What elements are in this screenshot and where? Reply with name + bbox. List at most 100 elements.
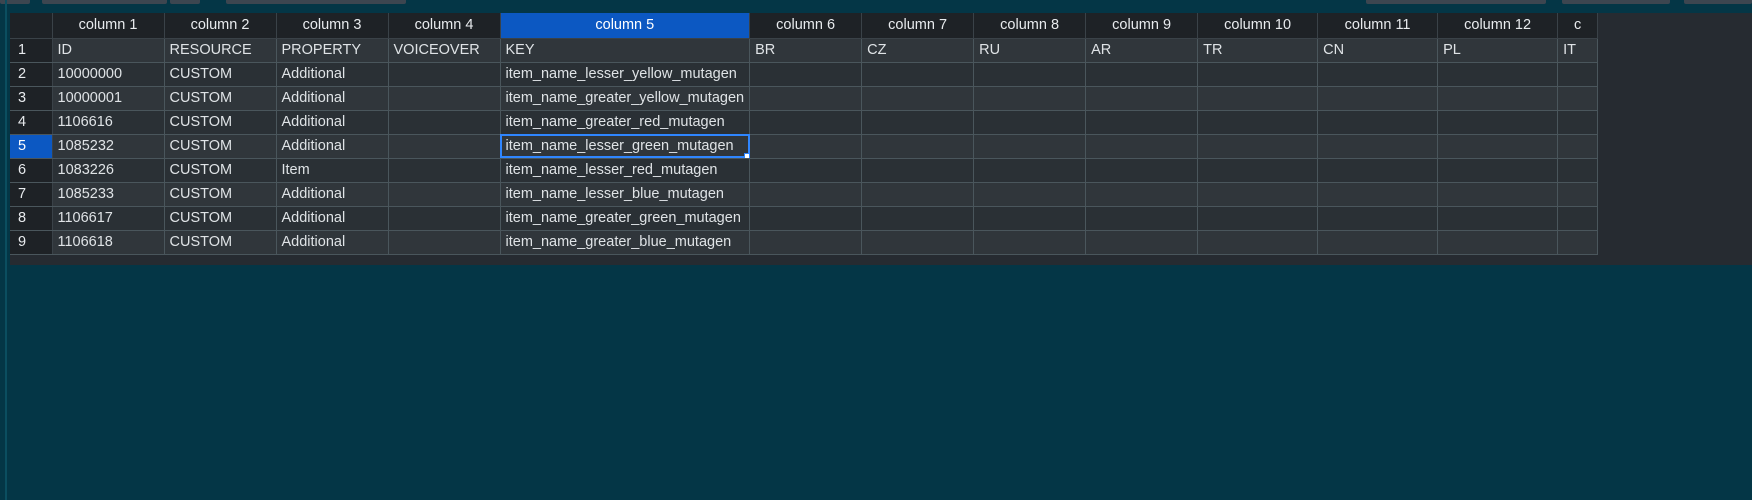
- table-cell[interactable]: [749, 62, 863, 87]
- table-cell[interactable]: [1557, 110, 1599, 135]
- table-cell[interactable]: RU: [973, 38, 1087, 63]
- table-cell[interactable]: [1557, 206, 1599, 231]
- table-cell[interactable]: [861, 62, 975, 87]
- table-cell[interactable]: TR: [1197, 38, 1319, 63]
- table-cell[interactable]: PROPERTY: [276, 38, 389, 63]
- table-cell[interactable]: [388, 134, 501, 159]
- table-cell[interactable]: [973, 110, 1087, 135]
- table-cell[interactable]: [1197, 110, 1319, 135]
- table-cell[interactable]: [1317, 110, 1439, 135]
- column-header[interactable]: column 3: [276, 13, 389, 39]
- column-header[interactable]: column 11: [1317, 13, 1439, 39]
- toolbar-button[interactable]: [1366, 0, 1546, 4]
- table-cell[interactable]: item_name_lesser_yellow_mutagen: [500, 62, 751, 87]
- table-cell[interactable]: [1085, 206, 1199, 231]
- table-cell[interactable]: item_name_greater_blue_mutagen: [500, 230, 751, 255]
- column-header[interactable]: column 7: [861, 13, 975, 39]
- table-cell[interactable]: CUSTOM: [164, 182, 277, 207]
- table-cell[interactable]: 1085233: [52, 182, 165, 207]
- table-cell[interactable]: Additional: [276, 62, 389, 87]
- table-cell[interactable]: BR: [749, 38, 863, 63]
- table-cell[interactable]: [1437, 158, 1559, 183]
- table-cell[interactable]: 1083226: [52, 158, 165, 183]
- column-header[interactable]: column 4: [388, 13, 501, 39]
- table-cell[interactable]: item_name_greater_yellow_mutagen: [500, 86, 751, 111]
- table-cell[interactable]: [1437, 206, 1559, 231]
- table-cell[interactable]: [1085, 182, 1199, 207]
- column-header[interactable]: column 5: [500, 13, 751, 39]
- toolbar-button[interactable]: [1684, 0, 1752, 4]
- table-cell[interactable]: [973, 158, 1087, 183]
- table-cell[interactable]: CZ: [861, 38, 975, 63]
- row-header[interactable]: 3: [10, 86, 53, 111]
- table-cell[interactable]: [973, 86, 1087, 111]
- table-cell[interactable]: [749, 134, 863, 159]
- toolbar-button[interactable]: [170, 0, 200, 4]
- table-cell[interactable]: [1557, 158, 1599, 183]
- table-cell[interactable]: Additional: [276, 230, 389, 255]
- table-cell[interactable]: [388, 182, 501, 207]
- column-header[interactable]: column 12: [1437, 13, 1559, 39]
- table-cell[interactable]: [1197, 182, 1319, 207]
- table-cell[interactable]: [861, 158, 975, 183]
- table-cell[interactable]: [388, 158, 501, 183]
- table-cell[interactable]: [1437, 62, 1559, 87]
- table-cell[interactable]: [1557, 230, 1599, 255]
- table-cell[interactable]: Additional: [276, 86, 389, 111]
- table-cell[interactable]: [1197, 86, 1319, 111]
- table-cell[interactable]: AR: [1085, 38, 1199, 63]
- table-cell[interactable]: [1197, 230, 1319, 255]
- column-header[interactable]: column 2: [164, 13, 277, 39]
- column-header[interactable]: column 9: [1085, 13, 1199, 39]
- table-cell[interactable]: [749, 182, 863, 207]
- table-cell[interactable]: [973, 206, 1087, 231]
- table-cell[interactable]: Item: [276, 158, 389, 183]
- row-header[interactable]: 8: [10, 206, 53, 231]
- table-cell[interactable]: [973, 230, 1087, 255]
- row-header[interactable]: 5: [10, 134, 53, 159]
- table-cell[interactable]: [1085, 230, 1199, 255]
- table-cell[interactable]: [1557, 134, 1599, 159]
- table-cell[interactable]: [388, 206, 501, 231]
- table-cell[interactable]: [388, 86, 501, 111]
- table-cell[interactable]: [1437, 230, 1559, 255]
- table-cell[interactable]: [1317, 182, 1439, 207]
- spreadsheet-grid[interactable]: column 1 column 2 column 3 column 4 column 5…: [10, 13, 1752, 265]
- table-cell[interactable]: [861, 230, 975, 255]
- table-cell[interactable]: [1317, 86, 1439, 111]
- toolbar-button[interactable]: [226, 0, 406, 4]
- table-cell[interactable]: [1085, 86, 1199, 111]
- table-cell[interactable]: [861, 86, 975, 111]
- table-cell[interactable]: [1557, 62, 1599, 87]
- table-cell[interactable]: [1085, 134, 1199, 159]
- table-cell[interactable]: [1085, 110, 1199, 135]
- table-cell[interactable]: [1557, 86, 1599, 111]
- table-cell[interactable]: [1317, 230, 1439, 255]
- table-cell[interactable]: CUSTOM: [164, 134, 277, 159]
- table-cell[interactable]: [1085, 62, 1199, 87]
- table-cell[interactable]: [749, 110, 863, 135]
- table-cell[interactable]: CUSTOM: [164, 230, 277, 255]
- table-cell[interactable]: [861, 134, 975, 159]
- column-header[interactable]: column 10: [1197, 13, 1319, 39]
- table-cell[interactable]: ID: [52, 38, 165, 63]
- table-cell[interactable]: Additional: [276, 110, 389, 135]
- table-cell[interactable]: CUSTOM: [164, 62, 277, 87]
- table-cell[interactable]: IT: [1557, 38, 1599, 63]
- table-cell[interactable]: item_name_lesser_blue_mutagen: [500, 182, 751, 207]
- table-cell[interactable]: [973, 182, 1087, 207]
- table-cell[interactable]: 1085232: [52, 134, 165, 159]
- toolbar-button[interactable]: [42, 0, 167, 4]
- table-cell[interactable]: [1197, 62, 1319, 87]
- table-cell[interactable]: Additional: [276, 206, 389, 231]
- row-header[interactable]: 9: [10, 230, 53, 255]
- column-header[interactable]: column 1: [52, 13, 165, 39]
- table-cell[interactable]: [1317, 206, 1439, 231]
- table-cell[interactable]: 10000001: [52, 86, 165, 111]
- table-cell[interactable]: [388, 110, 501, 135]
- table-cell[interactable]: item_name_lesser_red_mutagen: [500, 158, 751, 183]
- row-header[interactable]: 6: [10, 158, 53, 183]
- row-header[interactable]: 4: [10, 110, 53, 135]
- table-cell[interactable]: [861, 182, 975, 207]
- table-cell[interactable]: [1085, 158, 1199, 183]
